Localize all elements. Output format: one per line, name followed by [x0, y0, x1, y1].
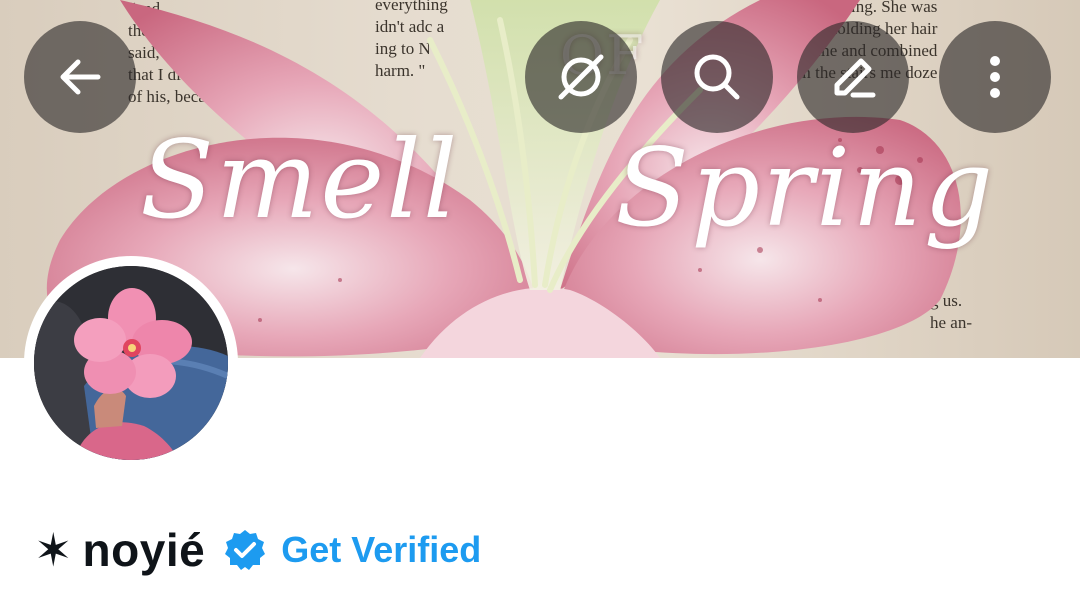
display-name: noyié: [82, 524, 206, 576]
edit-button[interactable]: [797, 21, 909, 133]
grok-button[interactable]: [525, 21, 637, 133]
arrow-left-icon: [60, 59, 101, 95]
profile-name-row: ✶ noyié Get Verified: [34, 520, 481, 580]
pencil-icon: [834, 58, 876, 98]
search-icon: [694, 54, 740, 100]
back-button[interactable]: [24, 21, 136, 133]
verified-badge-icon[interactable]: [223, 528, 267, 572]
more-options-button[interactable]: [939, 21, 1051, 133]
get-verified-link[interactable]: Get Verified: [281, 529, 481, 571]
avatar-image: [34, 266, 228, 460]
profile-avatar[interactable]: [24, 256, 238, 470]
grok-icon: [558, 54, 604, 100]
search-button[interactable]: [661, 21, 773, 133]
more-vertical-icon: [990, 56, 1000, 98]
banner-title-word-1: Smell: [140, 118, 460, 243]
name-star-icon: ✶: [34, 524, 73, 576]
banner-title-word-2: Spring: [615, 126, 995, 251]
